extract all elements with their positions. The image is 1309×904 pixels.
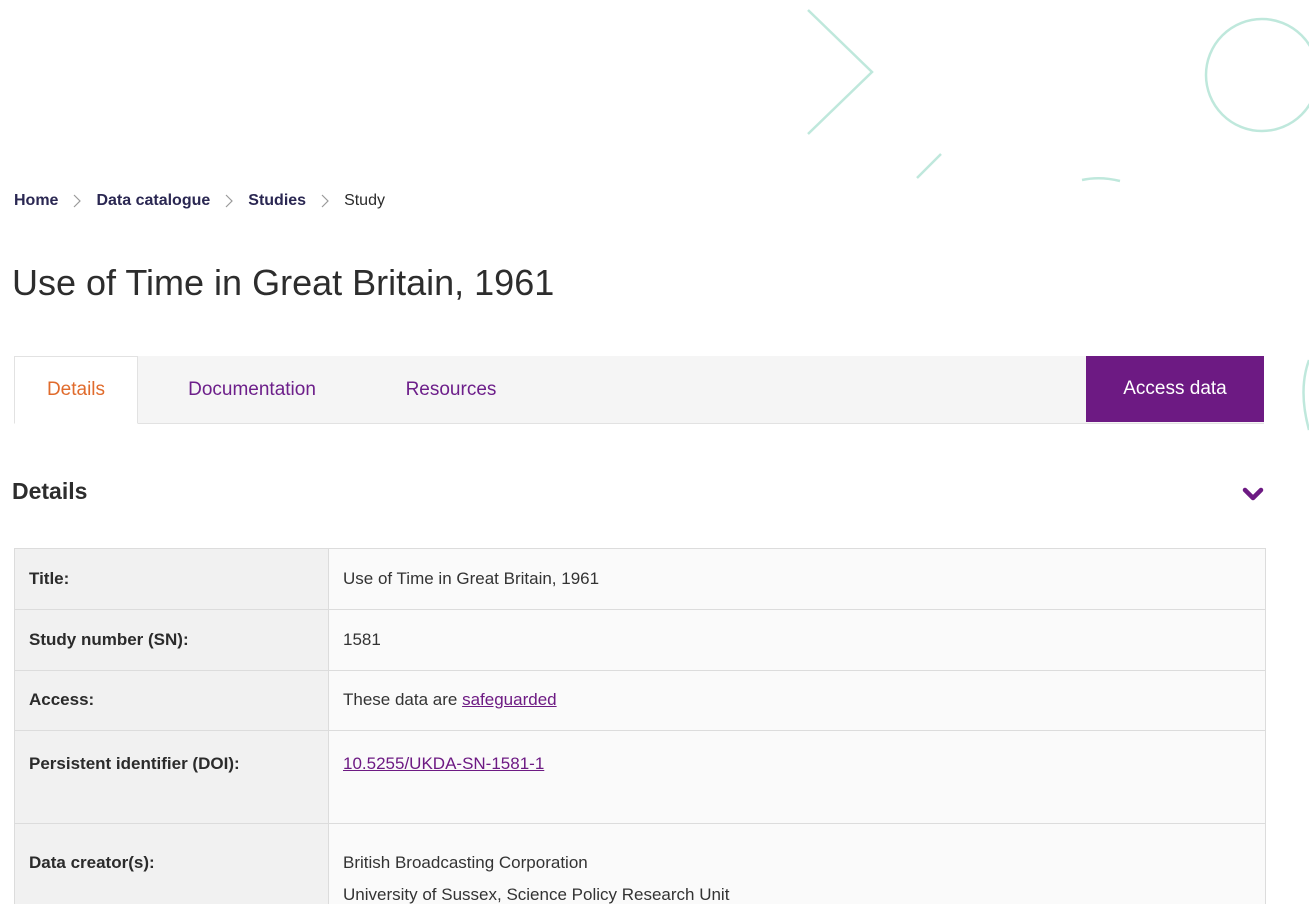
- access-prefix-text: These data are: [343, 690, 463, 709]
- chevron-down-icon[interactable]: [1240, 484, 1266, 506]
- details-table: Title: Use of Time in Great Britain, 196…: [14, 548, 1266, 904]
- decorative-chevron-shape: [807, 9, 874, 135]
- access-label: Access:: [14, 670, 329, 731]
- creator-item: University of Sussex, Science Policy Res…: [343, 885, 730, 904]
- doi-value: 10.5255/UKDA-SN-1581-1: [328, 730, 1266, 824]
- page-title: Use of Time in Great Britain, 1961: [12, 262, 555, 303]
- decorative-edge-arc-shape: [1302, 359, 1309, 431]
- breadcrumb: Home Data catalogue Studies Study: [14, 192, 385, 210]
- decorative-line-shape: [916, 153, 942, 179]
- table-row: Data creator(s): British Broadcasting Co…: [14, 823, 1266, 904]
- breadcrumb-home-link[interactable]: Home: [14, 192, 58, 210]
- title-label: Title:: [14, 548, 329, 610]
- tab-resources[interactable]: Resources: [376, 356, 526, 423]
- doi-link[interactable]: 10.5255/UKDA-SN-1581-1: [343, 754, 544, 773]
- decorative-circle-shape: [1204, 17, 1309, 133]
- data-creators-value: British Broadcasting Corporation Univers…: [328, 823, 1266, 904]
- doi-label: Persistent identifier (DOI):: [14, 730, 329, 824]
- table-row: Persistent identifier (DOI): 10.5255/UKD…: [14, 730, 1266, 824]
- safeguarded-link[interactable]: safeguarded: [462, 690, 557, 709]
- chevron-right-icon: [74, 194, 82, 208]
- study-number-value: 1581: [328, 609, 1266, 671]
- chevron-right-icon: [321, 194, 329, 208]
- page: Home Data catalogue Studies Study Use of…: [0, 0, 1309, 904]
- title-value: Use of Time in Great Britain, 1961: [328, 548, 1266, 610]
- table-row: Access: These data are safeguarded: [14, 670, 1266, 731]
- decorative-arc-shape: [1081, 177, 1121, 183]
- access-data-button[interactable]: Access data: [1086, 356, 1264, 422]
- creator-item: British Broadcasting Corporation: [343, 853, 588, 872]
- breadcrumb-current: Study: [344, 192, 385, 209]
- data-creators-label: Data creator(s):: [14, 823, 329, 904]
- access-value: These data are safeguarded: [328, 670, 1266, 731]
- chevron-right-icon: [225, 194, 234, 208]
- table-row: Study number (SN): 1581: [14, 609, 1266, 671]
- table-row: Title: Use of Time in Great Britain, 196…: [14, 548, 1266, 610]
- breadcrumb-studies-link[interactable]: Studies: [248, 192, 306, 210]
- tab-bar: Details Documentation Resources Access d…: [14, 356, 1264, 424]
- tab-documentation[interactable]: Documentation: [152, 356, 352, 423]
- study-number-label: Study number (SN):: [14, 609, 329, 671]
- section-title: Details: [12, 478, 88, 504]
- breadcrumb-data-catalogue-link[interactable]: Data catalogue: [96, 192, 210, 210]
- tab-details[interactable]: Details: [14, 356, 138, 424]
